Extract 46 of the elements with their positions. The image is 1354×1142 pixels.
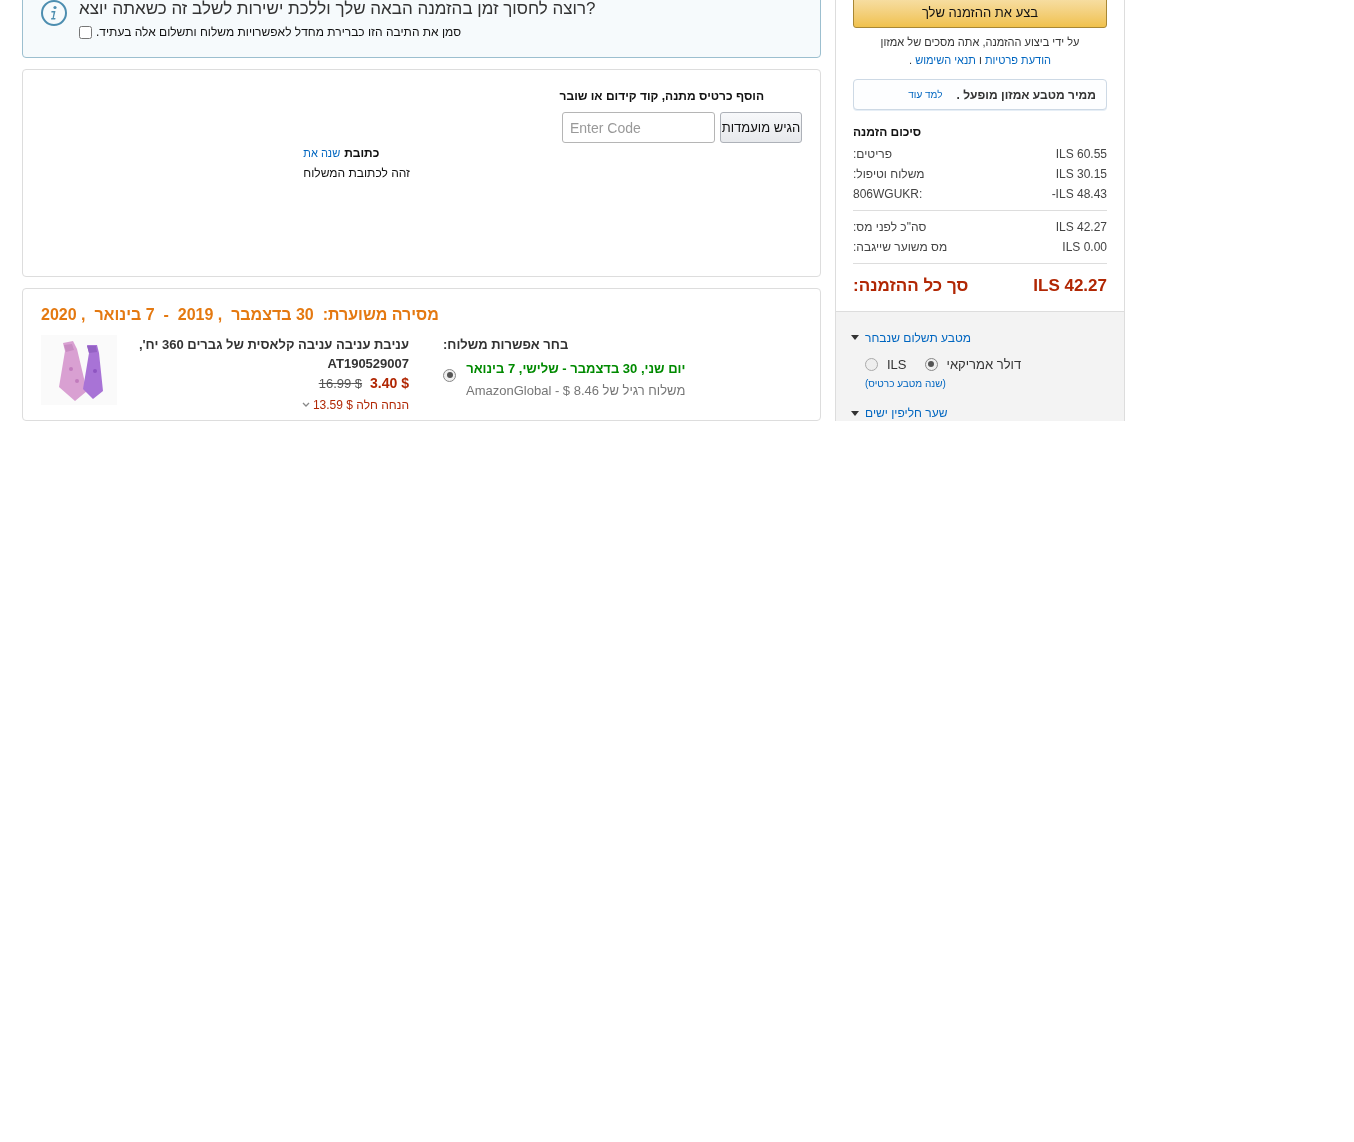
summary-title: סיכום הזמנה	[853, 124, 923, 141]
saving-text: הנחה חלה $ 13.59	[312, 396, 409, 414]
info-heading: רוצה לחסוך זמן בהזמנה הבאה שלך וללכת ישירות לשלב זה כשאתה יוצא?	[79, 0, 596, 19]
exchange-title[interactable]: שער חליפין ישים	[865, 404, 948, 421]
address-label: כתובת	[344, 145, 380, 162]
shipping-cost: משלוח רגיל של AmazonGlobal - $ 8.46	[466, 381, 686, 400]
summary-label: :פריטים	[853, 147, 893, 162]
code-field[interactable]: Enter Code	[562, 112, 715, 143]
summary-label: :מס משוער שייגבה	[853, 240, 948, 255]
checkbox-label: סמן את התיבה הזו כברירת מחדל לאפשרויות משלוח ותשלום אלה בעתיד.	[96, 24, 462, 41]
address-text: זהה לכתובת המשלוח	[303, 165, 410, 182]
summary-value: ILS 60.55	[1055, 147, 1107, 162]
shipping-heading: בחר אפשרות משלוח:	[443, 335, 569, 354]
delivery-option[interactable]: יום שני, 30 בדצמבר - שלישי, 7 בינואר	[466, 359, 686, 379]
chevron-icon	[301, 401, 310, 408]
change-address-link[interactable]: שנה את	[303, 145, 341, 162]
summary-label: :סה"כ לפני מס	[853, 220, 927, 235]
summary-label: :משלוח וטיפול	[853, 167, 925, 182]
agreement-text: על ידי ביצוע ההזמנה, אתה מסכים של אמזון הודעת פרטיות ו תנאי השימוש .	[879, 35, 1081, 68]
promo-title: הוסף כרטיס מתנה, קוד קידום או שובר	[558, 88, 765, 105]
place-order-button[interactable]: בצע את ההזמנה שלך	[853, 0, 1107, 28]
old-price: $ 16.99	[318, 374, 363, 393]
checkbox[interactable]	[79, 25, 92, 39]
currency-option[interactable]: ILS	[887, 354, 907, 374]
summary-value: ILS 0.00	[1062, 240, 1107, 255]
delivery-heading: מסירה משוערת: 30 בדצמבר , 2019 - 7 בינואר , 2020	[41, 304, 440, 325]
change-currency-link[interactable]: (שנה מטבע כרטיס)	[865, 376, 946, 391]
policy-link[interactable]: הודעת פרטיות	[984, 54, 1051, 66]
summary-label: 806WGUKR:	[853, 187, 923, 202]
radio-button[interactable]	[924, 357, 938, 371]
total-value: ILS 42.27	[1033, 275, 1107, 297]
info-icon	[41, 0, 67, 26]
radio-button[interactable]	[865, 357, 878, 371]
converter-text: ממיר מטבע אמזון מופעל .	[956, 86, 1096, 104]
summary-value: -ILS 48.43	[1051, 187, 1107, 202]
learn-more-link[interactable]: למד עוד	[908, 87, 943, 102]
summary-value: ILS 42.27	[1055, 220, 1107, 235]
current-price: $ 3.40	[370, 373, 409, 393]
radio-button[interactable]	[443, 368, 456, 382]
currency-option[interactable]: דולר אמריקאי	[946, 354, 1022, 374]
policy-link[interactable]: תנאי השימוש	[915, 54, 976, 66]
currency-title[interactable]: מטבע תשלום שנבחר	[865, 328, 971, 347]
summary-value: ILS 30.15	[1055, 167, 1107, 182]
item-title: עניבת עניבה עניבה קלאסית של גברים 360 יח', AT190529007	[137, 335, 409, 373]
apply-button[interactable]: הגיש מועמדות	[720, 112, 802, 143]
total-label: :סך כל ההזמנה	[853, 275, 969, 297]
